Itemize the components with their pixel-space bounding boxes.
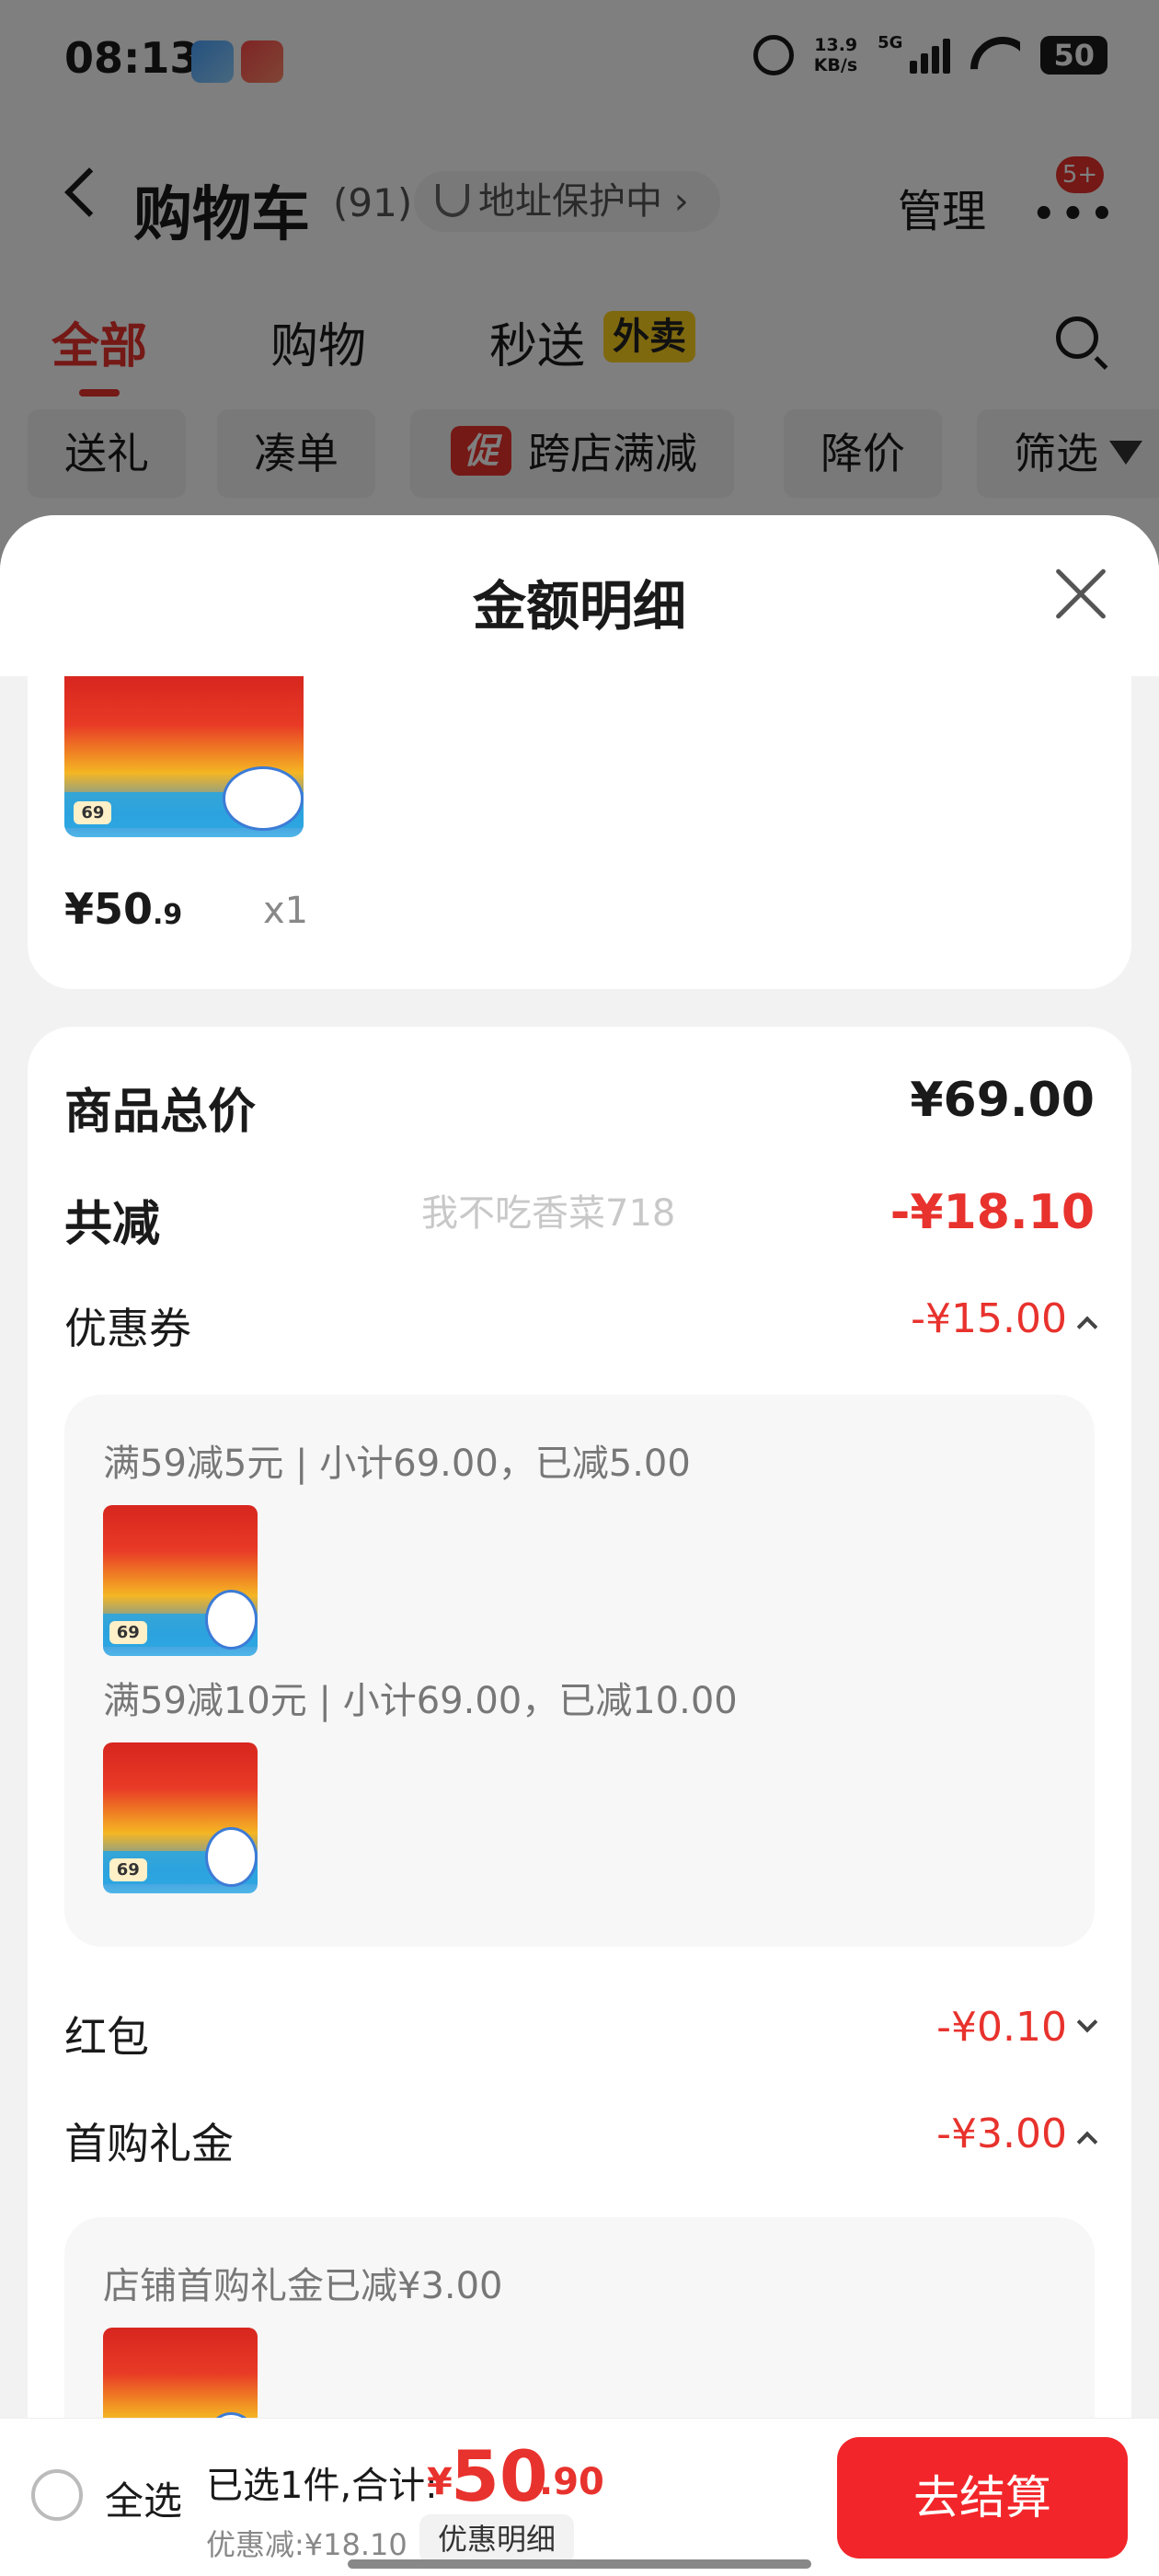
item-price-dec: .9: [153, 899, 183, 931]
coupon-detail-line: 满59减10元 | 小计69.00，已减10.00: [103, 1680, 738, 1722]
first-purchase-value: -¥3.00: [936, 2110, 1067, 2157]
first-purchase-detail-line: 店铺首购礼金已减¥3.00: [103, 2265, 503, 2307]
product-thumbnail: 69: [103, 1742, 258, 1893]
thumbnail-price-tag: 69: [74, 801, 112, 824]
coupon-value: -¥15.00: [911, 1295, 1067, 1342]
home-indicator[interactable]: [348, 2559, 811, 2569]
chevron-down-icon[interactable]: [1076, 2011, 1098, 2033]
total-amount-int: 50: [451, 2435, 548, 2517]
red-packet-value: -¥0.10: [936, 2004, 1067, 2051]
item-quantity: x1: [263, 890, 309, 932]
red-packet-row[interactable]: 红包 -¥0.10: [64, 2004, 1098, 2077]
reduction-label: 共减: [64, 1197, 161, 1252]
red-packet-value-wrap: -¥0.10: [936, 2004, 1098, 2051]
breakdown-card: 商品总价 ¥69.00 我不吃香菜718 共减 -¥18.10 优惠券 -¥15…: [28, 1027, 1131, 2576]
total-price-label: 商品总价: [64, 1085, 257, 1140]
sheet-title: 金额明细: [472, 575, 686, 638]
total-price-row: 商品总价 ¥69.00: [64, 1073, 1095, 1146]
red-packet-label: 红包: [64, 2012, 149, 2062]
coupon-row[interactable]: 优惠券 -¥15.00: [64, 1295, 1098, 1369]
coupon-label: 优惠券: [64, 1304, 191, 1353]
checkout-bar: 全选 已选1件,合计: ¥ 50 .90 优惠减:¥18.10 优惠明细 去结算: [0, 2418, 1159, 2576]
first-purchase-value-wrap: -¥3.00: [936, 2110, 1098, 2157]
close-icon[interactable]: [1054, 569, 1106, 620]
select-all-label[interactable]: 全选: [105, 2470, 182, 2526]
first-purchase-label: 首购礼金: [64, 2119, 234, 2168]
product-thumbnail: 69: [64, 676, 304, 837]
item-card: 69 ¥50.9 x1: [28, 676, 1131, 989]
discount-summary: 优惠减:¥18.10: [206, 2527, 407, 2562]
discount-detail-button[interactable]: 优惠明细: [419, 2514, 575, 2564]
chevron-up-icon[interactable]: [1076, 1316, 1098, 1338]
total-currency: ¥: [427, 2461, 453, 2503]
reduction-row: 共减 -¥18.10: [64, 1185, 1095, 1259]
total-price-value: ¥69.00: [910, 1073, 1095, 1128]
chevron-up-icon[interactable]: [1076, 2131, 1098, 2153]
amount-detail-sheet: 金额明细 69 ¥50.9 x1 商品总价 ¥69.00 我不吃香菜718 共减…: [0, 515, 1159, 2576]
product-thumbnail: 69: [103, 1505, 258, 1656]
select-all-radio[interactable]: [31, 2469, 83, 2521]
coupon-detail-line: 满59减5元 | 小计69.00，已减5.00: [103, 1443, 691, 1485]
sheet-header: 金额明细: [0, 515, 1159, 676]
first-purchase-row[interactable]: 首购礼金 -¥3.00: [64, 2110, 1098, 2184]
thumbnail-price-tag: 69: [109, 1620, 147, 1644]
coupon-value-wrap: -¥15.00: [911, 1295, 1098, 1342]
total-amount-dec: .90: [539, 2461, 604, 2503]
checkout-button[interactable]: 去结算: [837, 2437, 1128, 2559]
coupon-detail-box: 满59减5元 | 小计69.00，已减5.00 69 满59减10元 | 小计6…: [64, 1395, 1095, 1947]
reduction-value: -¥18.10: [889, 1185, 1095, 1240]
item-price: ¥50.9: [64, 884, 182, 934]
modal-overlay[interactable]: [0, 0, 1159, 570]
selected-summary: 已选1件,合计:: [206, 2465, 438, 2507]
item-price-int: ¥50: [64, 884, 154, 934]
thumbnail-price-tag: 69: [109, 1857, 147, 1881]
